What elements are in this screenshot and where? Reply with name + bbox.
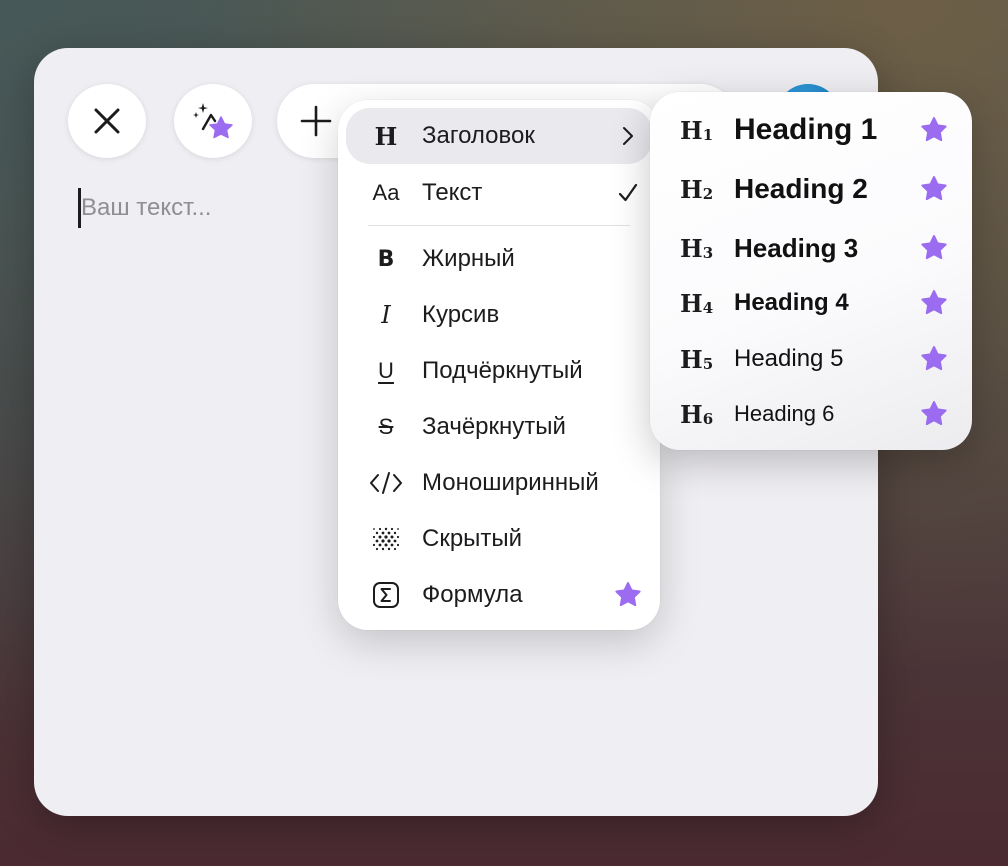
heading-1-option[interactable]: H1 Heading 1: [650, 102, 972, 158]
premium-star-icon: [914, 288, 954, 318]
heading-3-option[interactable]: H3 Heading 3: [650, 220, 972, 276]
menu-divider: [368, 225, 630, 226]
svg-text:H: H: [375, 122, 398, 150]
sparkle-pen-icon: [193, 103, 233, 139]
premium-star-icon: [914, 233, 954, 263]
menu-item-underline[interactable]: U Подчёркнутый: [346, 343, 652, 399]
sigma-icon: [360, 581, 412, 609]
bold-icon: B: [377, 246, 395, 272]
premium-star-icon: [914, 174, 954, 204]
heading-2-icon: H2: [680, 174, 714, 204]
close-button[interactable]: [68, 84, 146, 158]
menu-item-label: Подчёркнутый: [422, 357, 583, 384]
menu-item-label: Текст: [422, 179, 483, 206]
heading-4-label: Heading 4: [734, 289, 849, 316]
text-icon: Aa: [360, 180, 412, 206]
italic-icon: I: [381, 301, 391, 329]
heading-5-label: Heading 5: [734, 345, 844, 372]
menu-item-italic[interactable]: I Курсив: [346, 287, 652, 343]
text-glyph: Aa: [372, 180, 400, 205]
checkmark-icon: [608, 182, 648, 204]
menu-item-label: Скрытый: [422, 525, 523, 552]
heading-6-label: Heading 6: [734, 401, 835, 426]
heading-3-label: Heading 3: [734, 232, 859, 263]
heading-4-icon: H4: [680, 288, 714, 318]
menu-item-formula[interactable]: Формула: [346, 567, 652, 623]
menu-item-label: Заголовок: [422, 122, 535, 149]
heading-2-label: Heading 2: [734, 173, 868, 204]
strikethrough-icon: S: [378, 414, 394, 439]
heading-icon: H: [360, 122, 412, 150]
heading-5-option[interactable]: H5 Heading 5: [650, 331, 972, 387]
heading-3-icon: H3: [680, 233, 714, 263]
plus-icon: [300, 105, 332, 137]
ai-rewrite-button[interactable]: [174, 84, 252, 158]
heading-4-option[interactable]: H4 Heading 4: [650, 275, 972, 331]
premium-star-icon: [914, 115, 954, 145]
heading-1-icon: H1: [680, 115, 714, 145]
chevron-right-icon: [608, 125, 648, 147]
heading-submenu: H1 Heading 1 H2 Heading 2 H3 Heading 3 H…: [650, 92, 972, 450]
menu-item-strikethrough[interactable]: S Зачёркнутый: [346, 399, 652, 455]
premium-star-icon: [914, 399, 954, 429]
menu-item-monospace[interactable]: Моноширинный: [346, 455, 652, 511]
heading-5-icon: H5: [680, 344, 714, 374]
heading-2-option[interactable]: H2 Heading 2: [650, 161, 972, 217]
menu-item-label: Зачёркнутый: [422, 413, 566, 440]
close-icon: [94, 108, 120, 134]
format-menu: H Заголовок Aa Текст B Жирный I Курсив U: [338, 100, 660, 630]
menu-item-text[interactable]: Aa Текст: [346, 165, 652, 221]
menu-item-label: Моноширинный: [422, 469, 599, 496]
heading-6-option[interactable]: H6 Heading 6: [650, 386, 972, 442]
menu-item-label: Жирный: [422, 245, 515, 272]
menu-item-label: Формула: [422, 581, 523, 608]
heading-1-label: Heading 1: [734, 113, 878, 146]
heading-6-icon: H6: [680, 399, 714, 429]
spoiler-icon: [360, 525, 412, 553]
menu-item-label: Курсив: [422, 301, 500, 328]
underline-icon: U: [378, 358, 394, 383]
menu-item-spoiler[interactable]: Скрытый: [346, 511, 652, 567]
premium-star-icon: [914, 344, 954, 374]
premium-star-icon: [608, 580, 648, 610]
add-button[interactable]: [291, 96, 341, 146]
menu-item-heading[interactable]: H Заголовок: [346, 108, 652, 164]
code-icon: [360, 470, 412, 496]
menu-item-bold[interactable]: B Жирный: [346, 231, 652, 287]
